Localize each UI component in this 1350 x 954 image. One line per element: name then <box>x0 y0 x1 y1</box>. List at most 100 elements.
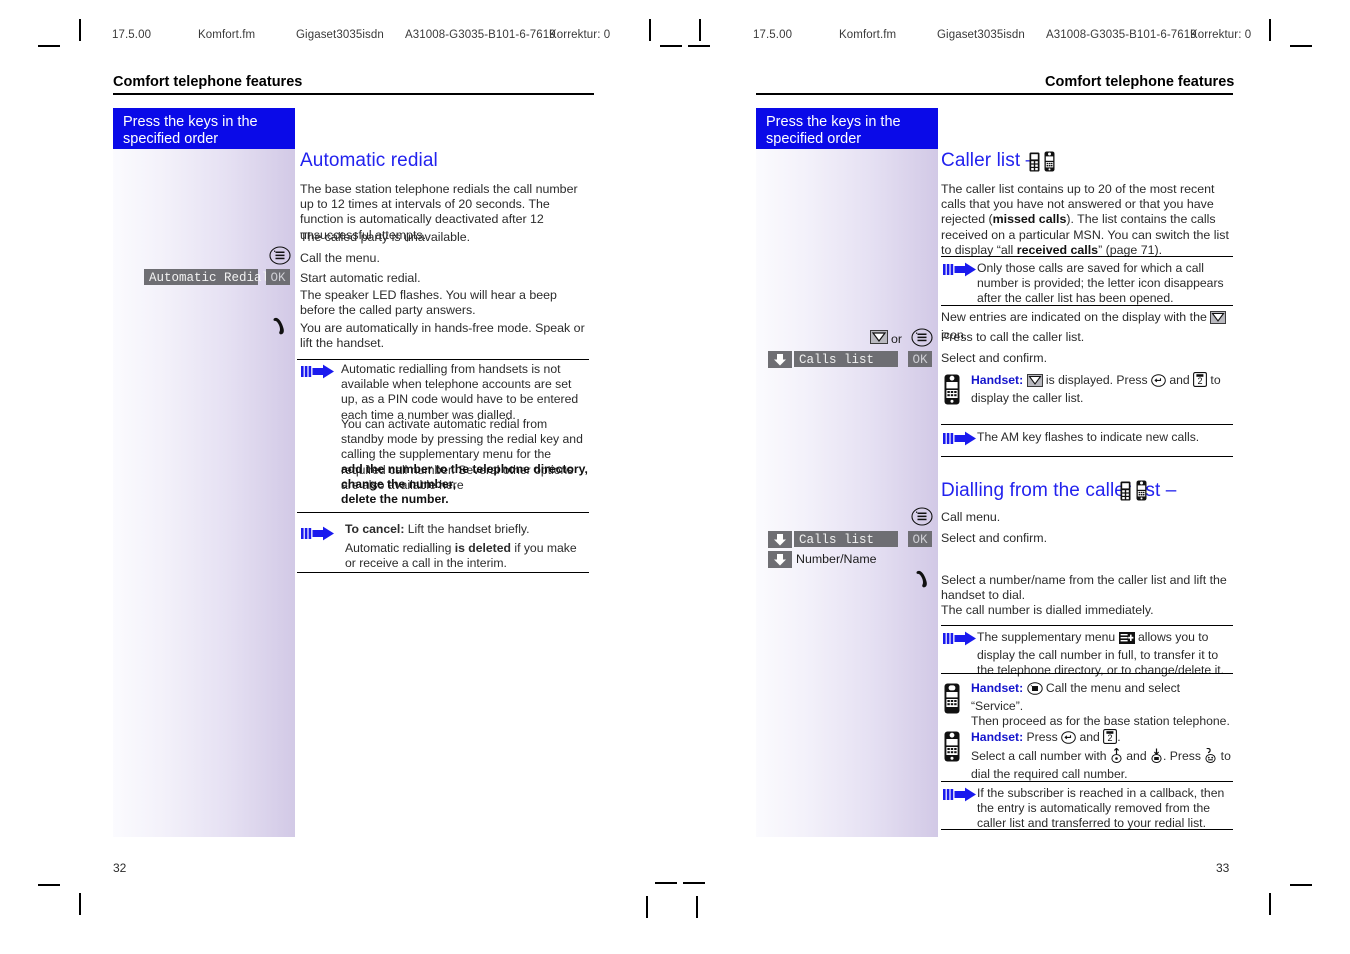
crop-mark <box>1269 893 1271 915</box>
new-entries-pre: New entries are indicated on the display… <box>941 310 1211 324</box>
digit-key-2-icon[interactable]: 2 <box>1193 372 1207 391</box>
talk-key-icon[interactable] <box>1204 748 1217 767</box>
header-rule-right <box>756 93 1233 95</box>
menu-key-icon[interactable] <box>269 246 291 270</box>
crop-mark <box>38 884 60 886</box>
handset-lift-icon <box>269 316 291 341</box>
handset-device-icon <box>944 374 960 410</box>
display-field-calls-list-2[interactable]: Calls list <box>794 531 898 547</box>
note-divider <box>941 424 1233 426</box>
handset-text-3d: Select a call number with <box>971 749 1110 764</box>
note-divider <box>297 359 589 361</box>
digit-key-2-icon[interactable]: 2 <box>1103 729 1118 748</box>
paragraph-call-menu-2: Call menu. <box>941 510 1001 524</box>
paragraph-select-confirm-1: Select and confirm. <box>941 351 1048 365</box>
note-text-am-key: The AM key flashes to indicate new calls… <box>977 430 1200 444</box>
note-divider <box>941 456 1233 458</box>
runhead-right-product: Gigaset3035isdn <box>937 29 1025 41</box>
note-bullet-2: change the number, <box>341 477 457 491</box>
base-station-icon <box>1120 481 1131 506</box>
enter-key-icon[interactable] <box>1061 731 1076 748</box>
ok-button-right-2[interactable]: OK <box>908 531 932 547</box>
paragraph-called-party: The called party is unavailable. <box>300 230 471 244</box>
handset-lift-icon <box>912 569 934 594</box>
crop-mark <box>683 882 705 884</box>
note-divider <box>297 572 589 574</box>
menu-key-icon[interactable] <box>911 328 933 352</box>
note-text-callback: If the subscriber is reached in a callba… <box>977 786 1225 831</box>
display-field-automatic-redial[interactable]: Automatic Redial <box>144 269 269 285</box>
paragraph-caller-list-intro: The caller list contains up to 20 of the… <box>941 182 1233 258</box>
menu-key-icon[interactable] <box>911 507 933 531</box>
envelope-display-icon <box>1210 311 1227 328</box>
note-arrow-icon <box>301 526 335 541</box>
note-text-cancel-lead: To cancel: Lift the handset briefly. <box>345 522 589 537</box>
handset-note-text-3: Handset: Press and 2. Select a call numbe… <box>971 729 1239 783</box>
handset-text-3f: . Press <box>1162 749 1205 764</box>
crop-mark <box>79 19 81 41</box>
crop-mark <box>649 19 651 41</box>
key-sequence-column-left <box>113 108 295 837</box>
note-arrow-icon <box>943 631 977 646</box>
intro-bold-missed-calls: missed calls <box>992 212 1067 227</box>
note-text-cancel-body: Automatic redialling is deleted if you m… <box>345 541 589 571</box>
crop-mark <box>1290 884 1312 886</box>
runhead-left-date: 17.5.00 <box>112 29 152 41</box>
crop-mark <box>688 45 710 47</box>
crop-mark <box>696 896 698 918</box>
handset-text-3b: and <box>1076 730 1104 744</box>
note3-pre: The supplementary menu <box>977 630 1119 644</box>
ok-button-right-1[interactable]: OK <box>908 351 932 367</box>
note-arrow-icon <box>943 262 977 277</box>
paragraph-select-confirm-2: Select and confirm. <box>941 531 1048 545</box>
paragraph-start-redial: Start automatic redial. <box>300 271 421 285</box>
runhead-left-partnum: A31008-G3035-B101-6-7619 <box>405 29 556 41</box>
paragraph-press-to-call: Press to call the caller list. <box>941 330 1085 344</box>
menu-key-icon[interactable] <box>1026 682 1043 699</box>
handset-text-3e: and <box>1122 749 1150 764</box>
note-divider <box>941 673 1233 675</box>
page-title-right: Comfort telephone features <box>1045 74 1235 90</box>
page-title-left: Comfort telephone features <box>113 74 303 90</box>
handset-note-text-1: Handset: is displayed. Press and 2 to di… <box>971 372 1233 406</box>
note-text-supplementary-menu: The supplementary menu allows you to dis… <box>977 630 1233 679</box>
runhead-right-correction: Korrektur: 0 <box>1190 29 1252 41</box>
crop-mark <box>660 45 682 47</box>
note-text-1a: Automatic redialling from handsets is no… <box>341 362 579 422</box>
svg-text:2: 2 <box>1108 733 1113 743</box>
crop-mark <box>38 45 60 47</box>
document-page: 17.5.00 Komfort.fm Gigaset3035isdn A3100… <box>0 0 1350 954</box>
down-arrow-icon[interactable] <box>768 551 792 568</box>
envelope-key-icon[interactable] <box>870 330 888 349</box>
crop-mark <box>646 896 648 918</box>
envelope-display-icon <box>1026 374 1043 391</box>
note-body-bold: is deleted <box>454 541 511 555</box>
banner-left: Press the keys in the specified order <box>113 108 295 149</box>
handset-device-icon <box>944 683 960 719</box>
display-field-calls-list-1[interactable]: Calls list <box>794 351 898 367</box>
key-sequence-column-right <box>756 108 938 837</box>
note-divider <box>941 625 1233 627</box>
display-label-number-name[interactable]: Number/Name <box>796 551 877 567</box>
runhead-right-partnum: A31008-G3035-B101-6-7619 <box>1046 29 1197 41</box>
handset-device-icon <box>1136 480 1147 506</box>
note-text-saved-calls: Only those calls are saved for which a c… <box>977 261 1224 306</box>
handset-mid-1: is displayed. Press <box>1042 373 1151 387</box>
handset-text-3a: Press <box>1023 730 1062 744</box>
enter-key-icon[interactable] <box>1151 374 1166 391</box>
note-bold-to-cancel: To cancel: <box>345 522 405 536</box>
scroll-down-key-icon[interactable] <box>1150 748 1163 767</box>
runhead-right-date: 17.5.00 <box>753 29 793 41</box>
ok-button-left[interactable]: OK <box>266 269 290 285</box>
runhead-left-product: Gigaset3035isdn <box>296 29 384 41</box>
crop-mark <box>655 882 677 884</box>
note-arrow-icon <box>943 787 977 802</box>
runhead-right-file: Komfort.fm <box>839 29 897 41</box>
down-arrow-icon[interactable] <box>768 531 792 548</box>
note-body-pre: Automatic redialling <box>345 541 455 555</box>
note-arrow-icon <box>943 431 977 446</box>
paragraph-call-menu: Call the menu. <box>300 251 380 265</box>
down-arrow-icon[interactable] <box>768 351 792 368</box>
handset-text-2b: Then proceed as for the base station tel… <box>971 714 1230 729</box>
scroll-up-key-icon[interactable] <box>1110 747 1123 767</box>
